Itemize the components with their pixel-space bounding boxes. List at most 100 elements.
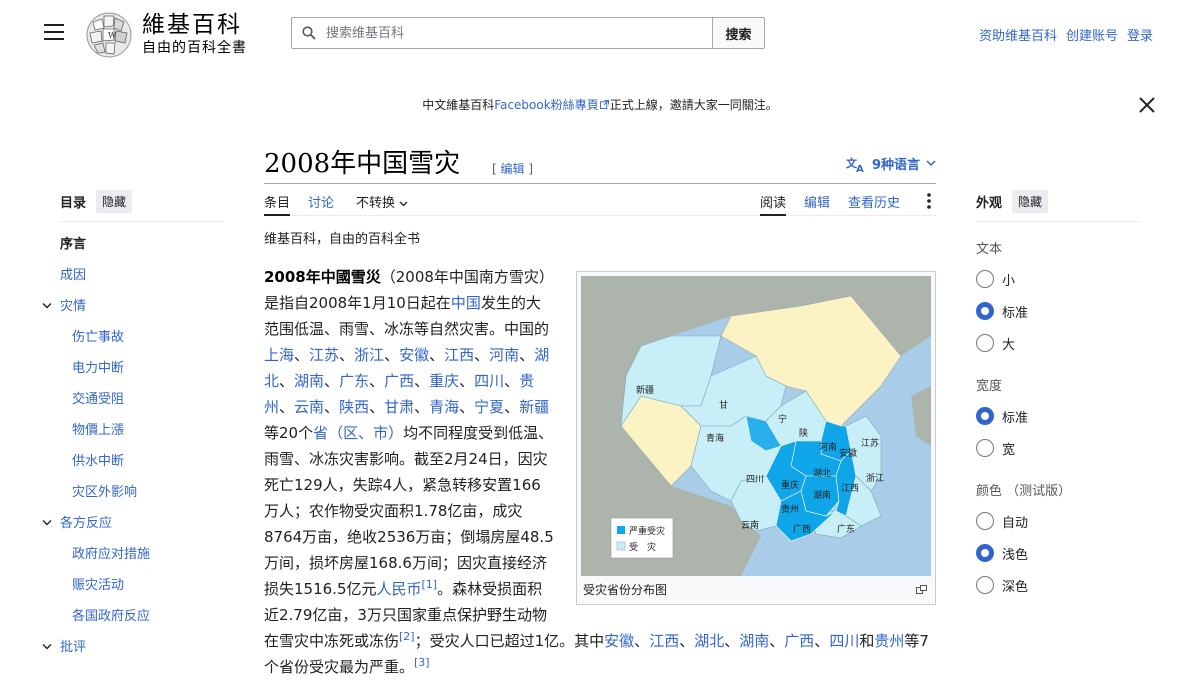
link-province-name[interactable]: 广东 — [339, 372, 369, 390]
link-province[interactable]: 省（区、市） — [313, 424, 403, 442]
tab-edit[interactable]: 编辑 — [804, 192, 830, 216]
reference-3[interactable]: [3] — [414, 656, 430, 669]
search-button[interactable]: 搜索 — [713, 17, 765, 49]
toc-hide-button[interactable]: 隐藏 — [96, 190, 133, 213]
link-province-name[interactable]: 安徽 — [604, 632, 634, 650]
more-actions-icon[interactable] — [926, 192, 932, 210]
toc-item[interactable]: 伤亡事故 — [60, 329, 224, 360]
search-input[interactable] — [324, 24, 704, 42]
toc-item[interactable]: 物價上漲 — [60, 422, 224, 453]
toc-item[interactable]: 灾区外影响 — [60, 484, 224, 515]
map-legend: 严重受灾 受 灾 — [610, 517, 674, 559]
radio-button[interactable] — [976, 407, 994, 425]
link-province-name[interactable]: 江苏 — [309, 346, 339, 364]
link-province-name[interactable]: 浙江 — [354, 346, 384, 364]
toc-item[interactable]: 各方反应 — [42, 515, 224, 546]
radio-button[interactable] — [976, 302, 994, 320]
link-province-name[interactable]: 上海 — [264, 346, 294, 364]
toc-item[interactable]: 批评 — [42, 639, 224, 670]
title-edit-link[interactable]: [ 编辑 ] — [492, 160, 533, 177]
link-province-name[interactable]: 湖北 — [694, 632, 724, 650]
radio-button[interactable] — [976, 512, 994, 530]
main-menu-icon[interactable] — [44, 24, 64, 40]
link-province-name[interactable]: 河南 — [489, 346, 519, 364]
radio-option[interactable]: 标准 — [976, 295, 1140, 327]
language-button[interactable]: 文 A 9种语言 — [846, 154, 936, 173]
enlarge-icon[interactable] — [916, 585, 927, 594]
reference-1[interactable]: [1] — [422, 578, 438, 591]
link-province-name[interactable]: 安徽 — [399, 346, 429, 364]
link-province-name[interactable]: 云南 — [294, 398, 324, 416]
login-link[interactable]: 登录 — [1127, 25, 1153, 44]
link-province-name[interactable]: 湖南 — [739, 632, 769, 650]
search-box[interactable] — [291, 17, 713, 49]
close-icon[interactable] — [1138, 96, 1156, 114]
tab-history[interactable]: 查看历史 — [848, 192, 900, 216]
disaster-map[interactable]: 新疆 甘 宁 陕 青海 四川 重庆 贵州 云南 广西 广东 湖南 湖北 江西 安… — [581, 276, 931, 576]
toc-item[interactable]: 序言 — [60, 236, 224, 267]
link-guizhou[interactable]: 贵州 — [874, 632, 904, 650]
title-edit-link-text[interactable]: 编辑 — [501, 162, 525, 176]
chevron-down-icon[interactable] — [42, 302, 52, 310]
radio-label: 大 — [1002, 337, 1016, 353]
appearance-hide-button[interactable]: 隐藏 — [1012, 190, 1049, 213]
separator: 、 — [279, 398, 295, 416]
radio-option[interactable]: 宽 — [976, 432, 1140, 464]
toc-item-label: 物價上漲 — [72, 423, 125, 438]
user-links: 资助维基百科 创建账号 登录 — [979, 25, 1153, 44]
toc-item[interactable]: 各国政府反应 — [60, 608, 224, 639]
link-province-name[interactable]: 江西 — [649, 632, 679, 650]
radio-option[interactable]: 标准 — [976, 400, 1140, 432]
link-province-name[interactable]: 新疆 — [519, 398, 549, 416]
map-caption-text: 受灾省份分布图 — [583, 583, 668, 597]
radio-button[interactable] — [976, 439, 994, 457]
text-size-options: 小标准大 — [976, 263, 1140, 359]
link-province-name[interactable]: 四川 — [474, 372, 504, 390]
link-province-name[interactable]: 宁夏 — [474, 398, 504, 416]
reference-2[interactable]: [2] — [399, 630, 415, 643]
tab-read[interactable]: 阅读 — [760, 192, 787, 216]
radio-button[interactable] — [976, 270, 994, 288]
site-logo[interactable]: W 維基百科 自由的百科全書 — [84, 10, 247, 60]
toc-item[interactable]: 成因 — [60, 267, 224, 298]
link-province-name[interactable]: 江西 — [444, 346, 474, 364]
toc-item-label: 伤亡事故 — [72, 330, 125, 345]
radio-option[interactable]: 自动 — [976, 505, 1140, 537]
radio-option[interactable]: 深色 — [976, 569, 1140, 601]
link-province-name[interactable]: 重庆 — [429, 372, 459, 390]
link-province-name[interactable]: 广西 — [784, 632, 814, 650]
link-province-name[interactable]: 青海 — [429, 398, 459, 416]
variant-dropdown[interactable]: 不转换 — [356, 192, 408, 216]
radio-button[interactable] — [976, 544, 994, 562]
tab-article[interactable]: 条目 — [264, 192, 291, 216]
link-province-name[interactable]: 甘肃 — [384, 398, 414, 416]
link-province-name[interactable]: 陕西 — [339, 398, 369, 416]
province-links: 上海、江苏、浙江、安徽、江西、河南、湖北、湖南、广东、广西、重庆、四川、贵州、云… — [264, 346, 549, 416]
toc-item[interactable]: 灾情 — [42, 298, 224, 329]
tab-talk[interactable]: 讨论 — [308, 192, 334, 216]
facebook-page-link[interactable]: Facebook粉絲專頁 — [494, 98, 598, 112]
donate-link[interactable]: 资助维基百科 — [979, 25, 1057, 44]
toc-item[interactable]: 电力中断 — [60, 360, 224, 391]
radio-label: 小 — [1002, 273, 1016, 289]
toc-item[interactable]: 政府应对措施 — [60, 546, 224, 577]
toc-item[interactable]: 交通受阻 — [60, 391, 224, 422]
toc-item[interactable]: 赈灾活动 — [60, 577, 224, 608]
chevron-down-icon[interactable] — [42, 519, 52, 527]
link-province-name[interactable]: 湖南 — [294, 372, 324, 390]
separator: 、 — [414, 372, 430, 390]
radio-button[interactable] — [976, 576, 994, 594]
toc-item[interactable]: 供水中断 — [60, 453, 224, 484]
radio-option[interactable]: 浅色 — [976, 537, 1140, 569]
radio-option[interactable]: 大 — [976, 327, 1140, 359]
radio-option[interactable]: 小 — [976, 263, 1140, 295]
chevron-down-icon[interactable] — [42, 643, 52, 651]
radio-button[interactable] — [976, 334, 994, 352]
radio-label: 深色 — [1002, 579, 1029, 595]
create-account-link[interactable]: 创建账号 — [1066, 25, 1118, 44]
link-province-name[interactable]: 广西 — [384, 372, 414, 390]
toc-item-label: 序言 — [60, 237, 87, 252]
link-province-name[interactable]: 四川 — [829, 632, 859, 650]
link-china[interactable]: 中国 — [451, 294, 481, 312]
link-rmb[interactable]: 人民币 — [377, 580, 422, 598]
